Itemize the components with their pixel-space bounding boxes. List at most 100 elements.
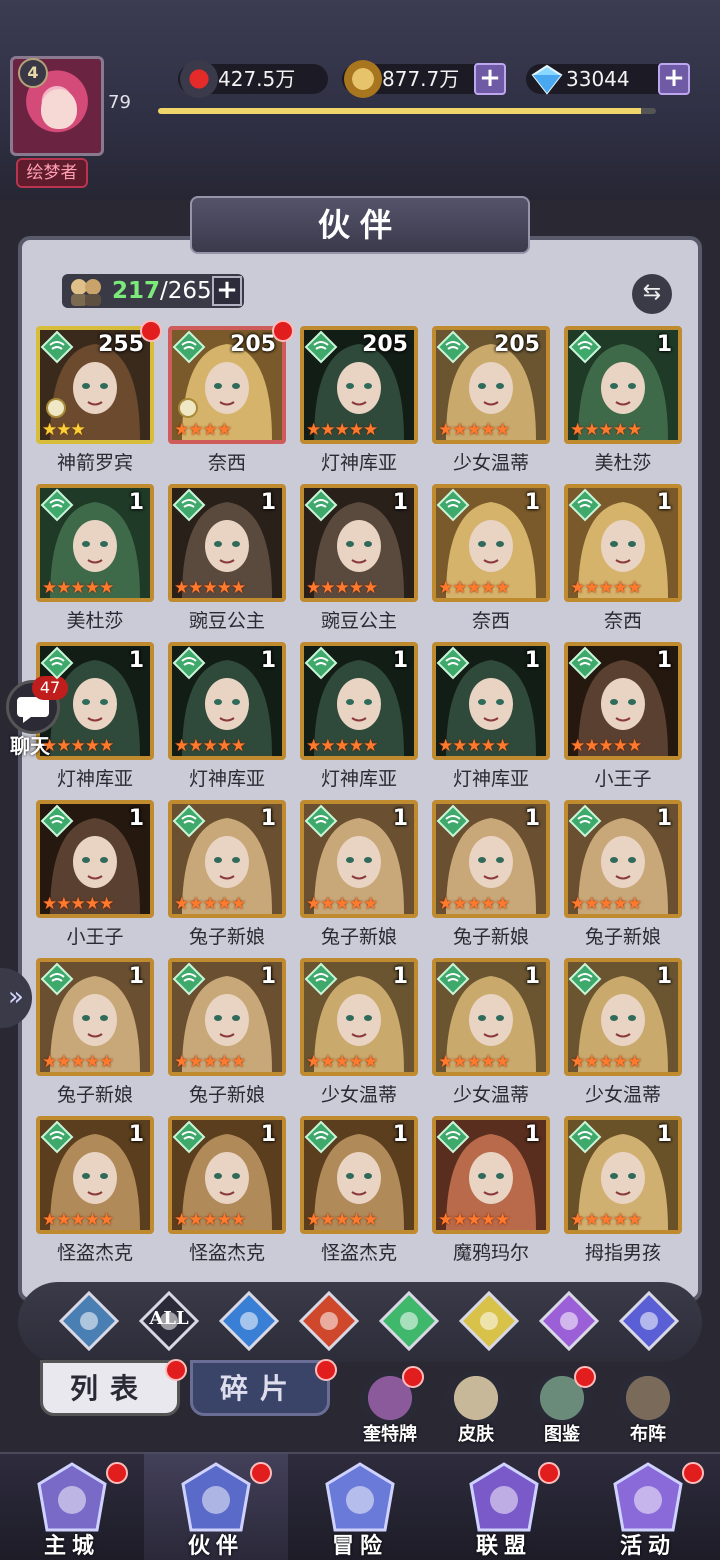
nav-item-4[interactable]: 活动: [576, 1454, 720, 1560]
player-level-badge: 4: [18, 58, 48, 88]
side-button-label: 奎特牌: [363, 1424, 417, 1445]
hero-portrait-frame: 1 ★★★★★: [564, 642, 682, 760]
hero-portrait-frame: 1 ★★★★★: [168, 642, 286, 760]
star-icon: ★: [598, 1052, 614, 1072]
hero-card[interactable]: 1 ★★★★★ 兔子新娘: [168, 800, 286, 948]
filter-planet-element-button[interactable]: [618, 1290, 680, 1352]
tab-list[interactable]: 列表: [40, 1359, 187, 1416]
hero-card[interactable]: 1 ★★★★★ 小王子: [564, 642, 682, 790]
hero-star-rating: ★★★★★: [570, 894, 642, 914]
hero-card[interactable]: 1 ★★★★★ 少女温蒂: [432, 958, 550, 1106]
tab-fragments-notification-dot: [315, 1359, 337, 1381]
hero-card[interactable]: 205 ★★★★★ 少女温蒂: [432, 326, 550, 474]
hero-card[interactable]: 1 ★★★★★ 兔子新娘: [168, 958, 286, 1106]
star-icon: ★: [84, 1210, 100, 1230]
nav-item-1[interactable]: 伙伴: [144, 1454, 288, 1560]
hero-portrait-frame: 255 ★★★: [36, 326, 154, 444]
wind-element-icon: [304, 330, 338, 364]
side-button-0[interactable]: 奎特牌: [352, 1366, 428, 1446]
hero-star-rating: ★★★★★: [306, 736, 378, 756]
filter-all-button[interactable]: ALL: [138, 1290, 200, 1352]
star-icon: ★: [216, 1210, 232, 1230]
xp-progress-fill: [158, 108, 642, 114]
hero-card[interactable]: 1 ★★★★★ 豌豆公主: [168, 484, 286, 632]
hero-card[interactable]: 1 ★★★★★ 美杜莎: [564, 326, 682, 474]
hero-card[interactable]: 1 ★★★★★ 兔子新娘: [564, 800, 682, 948]
gold-resource: 877.7万 +: [342, 60, 506, 98]
hero-card[interactable]: 1 ★★★★★ 小王子: [36, 800, 154, 948]
hero-card[interactable]: 1 ★★★★★ 怪盗杰克: [168, 1116, 286, 1264]
hero-star-rating: ★★★★★: [570, 736, 642, 756]
hero-card[interactable]: 1 ★★★★★ 奈西: [564, 484, 682, 632]
hero-star-rating: ★★★★★: [174, 578, 246, 598]
hero-star-rating: ★★★★★: [306, 894, 378, 914]
hero-star-rating: ★★★★★: [174, 1052, 246, 1072]
water-element-icon: [218, 1290, 280, 1352]
hero-card[interactable]: 1 ★★★★★ 魔鸦玛尔: [432, 1116, 550, 1264]
hero-card[interactable]: 1 ★★★★★ 怪盗杰克: [36, 1116, 154, 1264]
star-icon: ★: [306, 420, 321, 440]
hero-card[interactable]: 1 ★★★★★ 灯神库亚: [168, 642, 286, 790]
filter-shield-element-button[interactable]: [58, 1290, 120, 1352]
filter-wind-element-button[interactable]: [378, 1290, 440, 1352]
tab-fragments-label: 碎片: [219, 1372, 300, 1405]
wind-element-icon: [304, 1120, 338, 1154]
wind-element-icon: [40, 804, 74, 838]
tab-fragments[interactable]: 碎片: [190, 1359, 337, 1416]
hero-card[interactable]: 1 ★★★★★ 灯神库亚: [432, 642, 550, 790]
star-icon: ★: [56, 420, 71, 440]
hero-name: 拇指男孩: [584, 1242, 661, 1264]
hero-star-rating: ★★★★★: [570, 1210, 642, 1230]
hero-star-rating: ★★★★★: [306, 1052, 378, 1072]
gold-add-button[interactable]: +: [474, 63, 506, 95]
hero-card[interactable]: 205 ★★★★★ 灯神库亚: [300, 326, 418, 474]
hero-card[interactable]: 1 ★★★★★ 美杜莎: [36, 484, 154, 632]
tab-list-label: 列表: [69, 1372, 150, 1405]
hero-card[interactable]: 1 ★★★★★ 兔子新娘: [432, 800, 550, 948]
side-button-2[interactable]: 图鉴: [524, 1366, 600, 1446]
hero-card[interactable]: 1 ★★★★★ 灯神库亚: [300, 642, 418, 790]
wind-element-icon: [40, 646, 74, 680]
filter-light-element-button[interactable]: [458, 1290, 520, 1352]
star-icon: ★: [480, 1052, 496, 1072]
star-icon: ★: [584, 894, 599, 914]
hero-portrait-frame: 1 ★★★★★: [300, 642, 418, 760]
filter-moon-element-button[interactable]: [538, 1290, 600, 1352]
star-icon: ★: [627, 1052, 642, 1072]
side-button-3[interactable]: 布阵: [610, 1372, 686, 1446]
hero-card[interactable]: 1 ★★★★★ 拇指男孩: [564, 1116, 682, 1264]
nav-item-2[interactable]: 冒险: [288, 1454, 432, 1560]
filter-water-element-button[interactable]: [218, 1290, 280, 1352]
hero-card[interactable]: 1 ★★★★★ 怪盗杰克: [300, 1116, 418, 1264]
filter-fire-element-button[interactable]: [298, 1290, 360, 1352]
stamina-resource: 427.5万: [178, 60, 328, 98]
hero-portrait-frame: 1 ★★★★★: [432, 1116, 550, 1234]
star-icon: ★: [348, 894, 364, 914]
star-icon: ★: [56, 1210, 71, 1230]
side-button-1[interactable]: 皮肤: [438, 1372, 514, 1446]
nav-item-3[interactable]: 联盟: [432, 1454, 576, 1560]
hero-level: 1: [392, 1122, 408, 1147]
hero-star-rating: ★★★★★: [42, 894, 114, 914]
star-icon: ★: [612, 1210, 628, 1230]
hero-level: 1: [656, 490, 672, 515]
wind-element-icon: [172, 488, 206, 522]
hero-level: 1: [392, 648, 408, 673]
hero-card[interactable]: 1 ★★★★★ 少女温蒂: [564, 958, 682, 1106]
star-icon: ★: [42, 578, 57, 598]
hero-card[interactable]: 205 ★★★★ 奈西: [168, 320, 294, 474]
sort-swap-button[interactable]: ⇆: [632, 274, 672, 314]
star-icon: ★: [216, 578, 232, 598]
nav-item-0[interactable]: 主城: [0, 1454, 144, 1560]
hero-card[interactable]: 255 ★★★ 神箭罗宾: [36, 320, 162, 474]
player-title-tag[interactable]: 绘梦者: [16, 158, 88, 188]
hero-level: 1: [656, 332, 672, 357]
hero-card[interactable]: 1 ★★★★★ 豌豆公主: [300, 484, 418, 632]
hero-star-rating: ★★★★★: [174, 894, 246, 914]
hero-card[interactable]: 1 ★★★★★ 少女温蒂: [300, 958, 418, 1106]
diamond-add-button[interactable]: +: [658, 63, 690, 95]
hero-card[interactable]: 1 ★★★★★ 奈西: [432, 484, 550, 632]
hero-card[interactable]: 1 ★★★★★ 兔子新娘: [300, 800, 418, 948]
expand-slots-button[interactable]: +: [212, 276, 242, 306]
hero-card[interactable]: 1 ★★★★★ 兔子新娘: [36, 958, 154, 1106]
